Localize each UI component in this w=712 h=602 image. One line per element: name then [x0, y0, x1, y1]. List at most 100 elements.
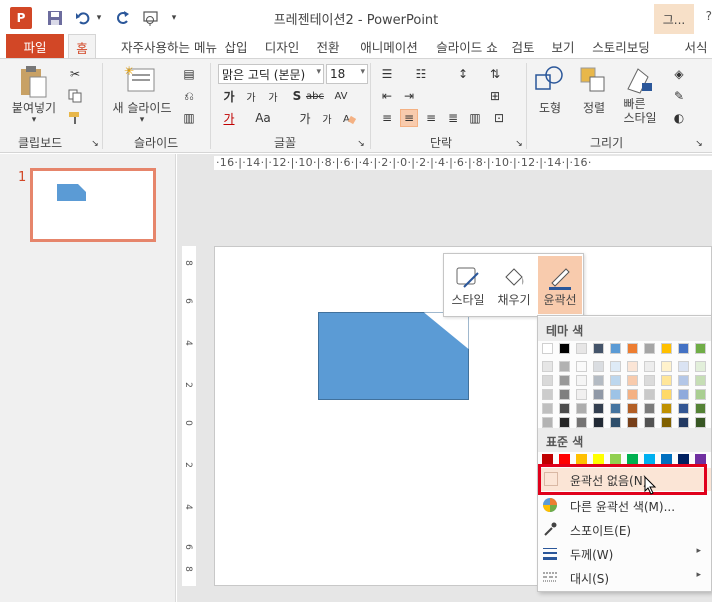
slide-thumbnail[interactable] — [30, 168, 156, 242]
character-spacing-button[interactable]: AV — [330, 87, 352, 105]
theme-color-swatch[interactable] — [661, 389, 672, 400]
theme-color-swatch[interactable] — [678, 389, 689, 400]
theme-color-swatch[interactable] — [593, 389, 604, 400]
theme-color-swatch[interactable] — [644, 343, 655, 354]
align-text-icon[interactable]: ⊞ — [486, 87, 504, 105]
eyedropper-item[interactable]: 스포이트(E) — [538, 518, 711, 541]
cut-icon[interactable]: ✂ — [66, 65, 84, 83]
smartart-icon[interactable]: ⊡ — [490, 109, 508, 127]
theme-color-swatch[interactable] — [661, 375, 672, 386]
theme-color-swatch[interactable] — [627, 417, 638, 428]
theme-color-swatch[interactable] — [593, 417, 604, 428]
numbering-icon[interactable]: ☷ — [412, 65, 430, 83]
theme-color-swatch[interactable] — [559, 361, 570, 372]
increase-size-button[interactable]: 가 — [296, 109, 314, 127]
paste-icon[interactable] — [18, 65, 50, 102]
theme-color-swatch[interactable] — [576, 417, 587, 428]
shapes-button[interactable]: 도형 — [530, 99, 570, 116]
shape-fill-icon[interactable]: ◈ — [670, 65, 688, 83]
font-size-combo[interactable]: 18 ▾ — [326, 64, 368, 84]
mini-fill-button[interactable]: 채우기 — [492, 256, 536, 314]
theme-color-swatch[interactable] — [627, 403, 638, 414]
tab-design[interactable]: 디자인 — [260, 34, 304, 58]
shapes-icon[interactable] — [534, 65, 566, 98]
increase-indent-icon[interactable]: ⇥ — [400, 87, 418, 105]
paste-button[interactable]: 붙여넣기 — [6, 99, 62, 116]
theme-color-swatch[interactable] — [576, 361, 587, 372]
theme-color-swatch[interactable] — [542, 375, 553, 386]
decrease-indent-icon[interactable]: ⇤ — [378, 87, 396, 105]
theme-color-swatch[interactable] — [593, 343, 604, 354]
quick-styles-button[interactable]: 빠른 스타일 — [616, 97, 664, 125]
change-case-button[interactable]: Aa — [252, 109, 274, 127]
theme-color-swatch[interactable] — [661, 417, 672, 428]
tab-home[interactable]: 홈 — [68, 34, 96, 59]
theme-color-swatch[interactable] — [695, 389, 706, 400]
theme-color-swatch[interactable] — [559, 403, 570, 414]
new-slide-icon[interactable]: ✳ — [124, 64, 156, 98]
theme-color-swatch[interactable] — [542, 403, 553, 414]
reset-icon[interactable]: ⎌ — [180, 87, 198, 105]
theme-color-swatch[interactable] — [593, 403, 604, 414]
selected-shape[interactable] — [318, 312, 470, 400]
tab-review[interactable]: 검토 — [508, 34, 538, 58]
theme-color-swatch[interactable] — [610, 375, 621, 386]
theme-color-swatch[interactable] — [576, 375, 587, 386]
theme-color-swatch[interactable] — [661, 403, 672, 414]
format-painter-icon[interactable] — [66, 109, 84, 127]
theme-color-swatch[interactable] — [644, 389, 655, 400]
theme-color-swatch[interactable] — [593, 375, 604, 386]
bullets-icon[interactable]: ☰ — [378, 65, 396, 83]
theme-color-swatch[interactable] — [576, 389, 587, 400]
theme-color-swatch[interactable] — [576, 403, 587, 414]
theme-color-swatch[interactable] — [678, 361, 689, 372]
help-icon[interactable]: ? — [706, 9, 712, 23]
arrange-button[interactable]: 정렬 — [574, 99, 614, 116]
theme-color-swatch[interactable] — [695, 403, 706, 414]
theme-color-swatch[interactable] — [610, 361, 621, 372]
theme-color-swatch[interactable] — [695, 361, 706, 372]
tab-slideshow[interactable]: 슬라이드 쇼 — [428, 34, 506, 58]
theme-color-swatch[interactable] — [695, 375, 706, 386]
mini-style-button[interactable]: 스타일 — [446, 256, 490, 314]
align-center-icon[interactable]: ≡ — [400, 109, 418, 127]
theme-color-swatch[interactable] — [542, 343, 553, 354]
more-outline-colors-item[interactable]: 다른 윤곽선 색(M)... — [538, 494, 711, 517]
drawing-tools-tab[interactable]: 그... — [654, 4, 694, 34]
theme-color-swatch[interactable] — [593, 361, 604, 372]
theme-color-swatch[interactable] — [661, 361, 672, 372]
theme-color-swatch[interactable] — [678, 375, 689, 386]
theme-color-swatch[interactable] — [678, 343, 689, 354]
new-slide-button[interactable]: 새 슬라이드 — [106, 99, 178, 116]
theme-color-swatch[interactable] — [644, 375, 655, 386]
shape-effects-icon[interactable]: ◐ — [670, 109, 688, 127]
text-direction-icon[interactable]: ⇅ — [486, 65, 504, 83]
tab-insert[interactable]: 삽입 — [216, 34, 256, 58]
theme-color-swatch[interactable] — [627, 361, 638, 372]
tab-format[interactable]: 서식 — [680, 34, 712, 58]
tab-view[interactable]: 보기 — [548, 34, 578, 58]
shrink-font-button[interactable]: 가 — [242, 87, 260, 105]
font-name-combo[interactable]: 맑은 고딕 (본문) ▾ — [218, 64, 324, 84]
theme-color-swatch[interactable] — [695, 417, 706, 428]
theme-color-swatch[interactable] — [559, 375, 570, 386]
theme-color-swatch[interactable] — [610, 389, 621, 400]
theme-color-swatch[interactable] — [644, 361, 655, 372]
tab-storyboarding[interactable]: 스토리보딩 — [586, 34, 656, 58]
clear-formatting-icon[interactable]: A — [340, 109, 358, 127]
theme-color-swatch[interactable] — [576, 343, 587, 354]
mini-outline-button[interactable]: 윤곽선 — [538, 256, 582, 314]
font-launcher-icon[interactable]: ↘ — [352, 135, 370, 153]
theme-color-swatch[interactable] — [559, 417, 570, 428]
theme-color-swatch[interactable] — [559, 389, 570, 400]
theme-color-swatch[interactable] — [644, 417, 655, 428]
theme-color-swatch[interactable] — [610, 343, 621, 354]
shadow-button[interactable]: S — [288, 87, 306, 105]
tab-file[interactable]: 파일 — [6, 34, 64, 58]
paste-dropdown-icon[interactable]: ▾ — [6, 115, 62, 125]
section-icon[interactable]: ▥ — [180, 109, 198, 127]
justify-icon[interactable]: ≣ — [444, 109, 462, 127]
dashes-item[interactable]: 대시(S) ▸ — [538, 566, 711, 589]
tab-favorites[interactable]: 자주사용하는 메뉴 — [104, 34, 234, 58]
drawing-launcher-icon[interactable]: ↘ — [690, 135, 708, 153]
